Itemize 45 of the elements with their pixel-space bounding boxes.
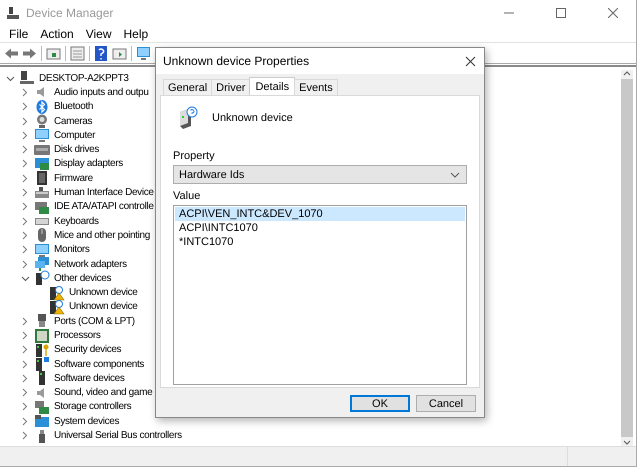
menu-item[interactable]: Help [118, 26, 154, 40]
dialog-button[interactable]: OK [350, 395, 410, 412]
tree-item[interactable]: Security devices [54, 344, 122, 356]
window-title: Device Manager [26, 6, 114, 20]
tree-item[interactable]: Sound, video and game [54, 387, 152, 398]
tree-item[interactable]: Disk drives [54, 144, 100, 156]
property-dropdown[interactable]: Hardware Ids [173, 165, 467, 184]
tree-item[interactable]: Keyboards [54, 216, 99, 227]
tab[interactable]: Details [249, 77, 296, 95]
tree-item[interactable]: Audio inputs and outpu [54, 86, 149, 98]
field-label: Value [173, 190, 202, 202]
menu-item[interactable]: Action [34, 26, 80, 40]
dialog-title: Unknown device Properties [163, 54, 310, 68]
tree-item[interactable]: Processors [54, 330, 101, 341]
field-label: Property [173, 150, 216, 162]
device-name: Unknown device [212, 112, 293, 124]
tree-item[interactable]: Firmware [54, 172, 93, 184]
tree-item[interactable]: IDE ATA/ATAPI controlle [54, 201, 154, 212]
menu-item[interactable]: File [3, 26, 34, 40]
tree-item[interactable]: Monitors [54, 244, 90, 256]
tree-item[interactable]: Other devices [54, 272, 112, 284]
tree-item[interactable]: Network adapters [54, 258, 127, 270]
tree-item[interactable]: Bluetooth [54, 101, 94, 112]
dialog-button[interactable]: Cancel [416, 395, 476, 412]
tree-item[interactable]: DESKTOP-A2KPPT3 [39, 72, 129, 84]
tree-item[interactable]: Unknown device [69, 287, 138, 298]
tree-item[interactable]: Storage controllers [54, 401, 132, 412]
tree-item[interactable]: Display adapters [54, 158, 123, 170]
tree-item[interactable]: Universal Serial Bus controllers [54, 430, 182, 442]
tree-item[interactable]: Unknown device [69, 301, 138, 312]
tree-item[interactable]: Ports (COM & LPT) [54, 316, 135, 327]
tree-item[interactable]: Mice and other pointing [54, 230, 150, 241]
tab[interactable]: Events [294, 79, 338, 95]
value-list[interactable]: ACPI\VEN_INTC&DEV_1070 ACPI\INTC1070 *INTC1070 [173, 205, 467, 385]
tree-item[interactable]: Cameras [54, 116, 92, 127]
tree-item[interactable]: Computer [54, 130, 96, 141]
tree-item[interactable]: Human Interface Device [54, 187, 154, 198]
tree-item[interactable]: System devices [54, 416, 120, 427]
tree-item[interactable]: Software devices [54, 372, 125, 384]
list-item[interactable]: ACPI\VEN_INTC&DEV_1070 [175, 207, 465, 221]
menu-item[interactable]: View [80, 26, 118, 40]
tree-item[interactable]: Software components [54, 358, 144, 370]
tab[interactable]: General [163, 79, 212, 95]
list-item[interactable]: ACPI\INTC1070 [175, 221, 465, 235]
list-item[interactable]: *INTC1070 [175, 235, 465, 249]
